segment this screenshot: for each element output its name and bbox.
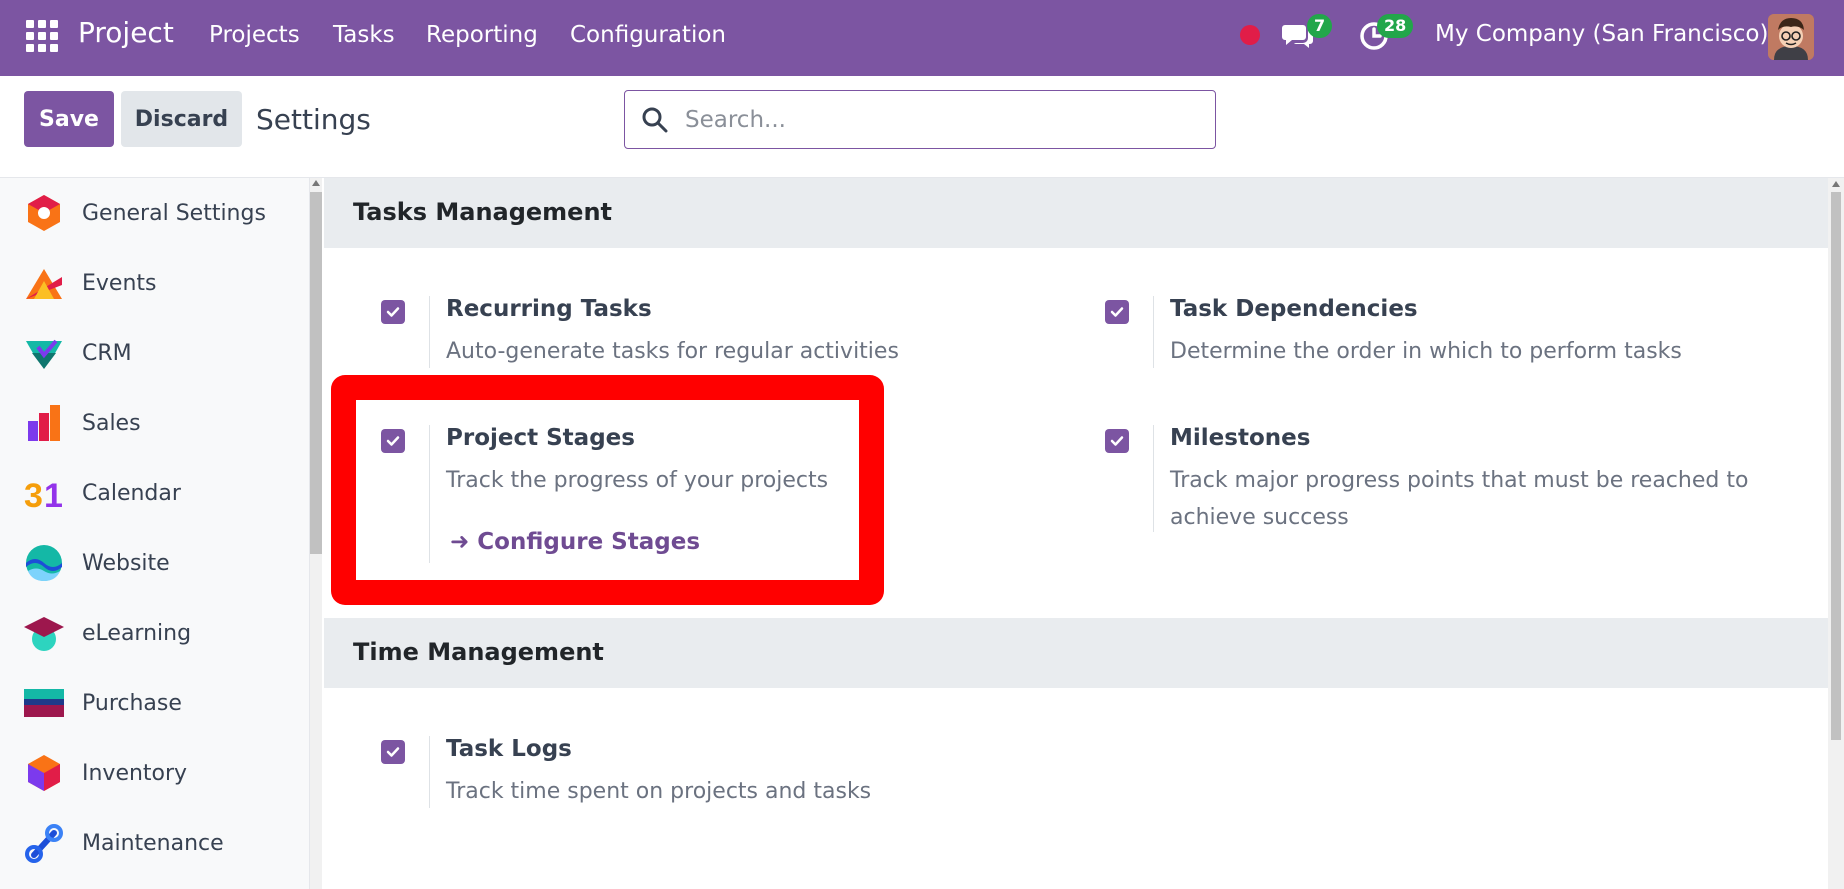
recurring-tasks-checkbox[interactable] [381, 300, 405, 324]
crm-icon [26, 339, 62, 369]
checkmark-icon [386, 436, 400, 446]
top-navbar: Project Projects Tasks Reporting Configu… [0, 0, 1844, 76]
sidebar-item-label: Maintenance [82, 830, 224, 856]
section-header-time-management: Time Management [324, 618, 1828, 688]
purchase-icon [24, 689, 64, 717]
scroll-up-arrow-icon[interactable] [312, 180, 320, 186]
arrow-right-icon: ➜ [450, 529, 470, 555]
svg-text:3: 3 [24, 477, 43, 513]
sidebar-item-events[interactable]: Events [0, 248, 300, 318]
checkmark-icon [1110, 436, 1124, 446]
calendar-icon: 3 1 [24, 477, 63, 513]
sidebar-item-crm[interactable]: CRM [0, 318, 300, 388]
setting-title: Project Stages [446, 425, 635, 451]
setting-description: Track time spent on projects and tasks [446, 779, 872, 804]
sidebar-item-sales[interactable]: Sales [0, 388, 300, 458]
sidebar-item-label: General Settings [82, 200, 266, 226]
configure-stages-link[interactable]: ➜ Configure Stages [450, 529, 700, 555]
company-switcher[interactable]: My Company (San Francisco) [1435, 21, 1768, 47]
sidebar-item-label: CRM [82, 340, 132, 366]
website-icon [26, 545, 62, 581]
task-logs-checkbox[interactable] [381, 740, 405, 764]
sidebar-item-label: Calendar [82, 480, 181, 506]
status-dot-icon[interactable] [1240, 25, 1260, 45]
activities-badge: 28 [1377, 14, 1414, 38]
avatar-icon [1768, 14, 1814, 60]
menu-configuration[interactable]: Configuration [570, 22, 726, 48]
sidebar-item-general-settings[interactable]: General Settings [0, 178, 300, 248]
maintenance-icon [25, 824, 63, 863]
inventory-icon [28, 755, 60, 791]
configure-stages-label: Configure Stages [477, 529, 701, 555]
setting-description: Track the progress of your projects [446, 468, 829, 493]
menu-tasks[interactable]: Tasks [333, 22, 395, 48]
sidebar-item-label: eLearning [82, 620, 192, 646]
setting-recurring-tasks: Recurring Tasks Auto-generate tasks for … [381, 296, 1001, 368]
sidebar-item-label: Inventory [82, 760, 188, 786]
settings-main: Tasks Management Recurring Tasks Auto-ge… [324, 178, 1828, 889]
setting-description: Auto-generate tasks for regular activiti… [446, 339, 899, 364]
project-stages-checkbox[interactable] [381, 429, 405, 453]
sidebar-item-label: Events [82, 270, 157, 296]
save-button[interactable]: Save [24, 91, 114, 147]
divider [429, 425, 430, 563]
sidebar-item-label: Website [82, 550, 170, 576]
checkmark-icon [386, 747, 400, 757]
elearning-icon [24, 617, 64, 651]
sidebar-item-elearning[interactable]: eLearning [0, 598, 300, 668]
sidebar-scroll-thumb[interactable] [310, 192, 322, 554]
divider [1153, 296, 1154, 368]
divider [1153, 425, 1154, 532]
sidebar-item-inventory[interactable]: Inventory [0, 738, 300, 808]
menu-reporting[interactable]: Reporting [426, 22, 538, 48]
svg-text:1: 1 [44, 477, 63, 513]
sidebar-item-label: Sales [82, 410, 141, 436]
sidebar-item-website[interactable]: Website [0, 528, 300, 598]
setting-project-stages: Project Stages Track the progress of you… [381, 425, 881, 565]
sidebar-scrollbar[interactable] [310, 178, 322, 889]
settings-sidebar: General Settings Events CRM Sales 3 1 Ca… [0, 178, 310, 889]
app-brand[interactable]: Project [78, 16, 174, 49]
general-settings-icon [28, 195, 60, 231]
main-scrollbar[interactable] [1828, 178, 1844, 889]
divider [429, 296, 430, 368]
control-panel: Save Discard Settings [0, 76, 1844, 178]
messages-badge: 7 [1307, 14, 1333, 38]
page-title: Settings [256, 103, 371, 136]
sidebar-item-maintenance[interactable]: Maintenance [0, 808, 300, 878]
task-dependencies-checkbox[interactable] [1105, 300, 1129, 324]
main-scroll-thumb[interactable] [1831, 192, 1841, 740]
checkmark-icon [1110, 307, 1124, 317]
setting-title: Milestones [1170, 425, 1311, 451]
discard-button[interactable]: Discard [121, 91, 242, 147]
menu-projects[interactable]: Projects [209, 22, 300, 48]
sidebar-item-calendar[interactable]: 3 1 Calendar [0, 458, 300, 528]
setting-description: Track major progress points that must be… [1170, 468, 1749, 530]
setting-milestones: Milestones Track major progress points t… [1105, 425, 1765, 535]
search-input[interactable] [685, 101, 1195, 139]
section-header-tasks-management: Tasks Management [324, 178, 1828, 248]
milestones-checkbox[interactable] [1105, 429, 1129, 453]
setting-task-dependencies: Task Dependencies Determine the order in… [1105, 296, 1755, 368]
divider [429, 736, 430, 808]
search-icon [642, 107, 668, 133]
app-grid-icon[interactable] [26, 20, 58, 52]
user-avatar[interactable] [1768, 14, 1814, 60]
scroll-up-arrow-icon[interactable] [1832, 181, 1840, 187]
setting-title: Recurring Tasks [446, 296, 652, 322]
sidebar-item-label: Purchase [82, 690, 182, 716]
checkmark-icon [386, 307, 400, 317]
setting-description: Determine the order in which to perform … [1170, 339, 1682, 364]
setting-title: Task Logs [446, 736, 572, 762]
setting-task-logs: Task Logs Track time spent on projects a… [381, 736, 1001, 808]
search-box[interactable] [624, 90, 1216, 149]
setting-title: Task Dependencies [1170, 296, 1418, 322]
sales-icon [28, 405, 60, 441]
sidebar-item-purchase[interactable]: Purchase [0, 668, 300, 738]
events-icon [26, 269, 62, 299]
section-title: Tasks Management [353, 198, 613, 226]
section-title: Time Management [353, 638, 604, 666]
